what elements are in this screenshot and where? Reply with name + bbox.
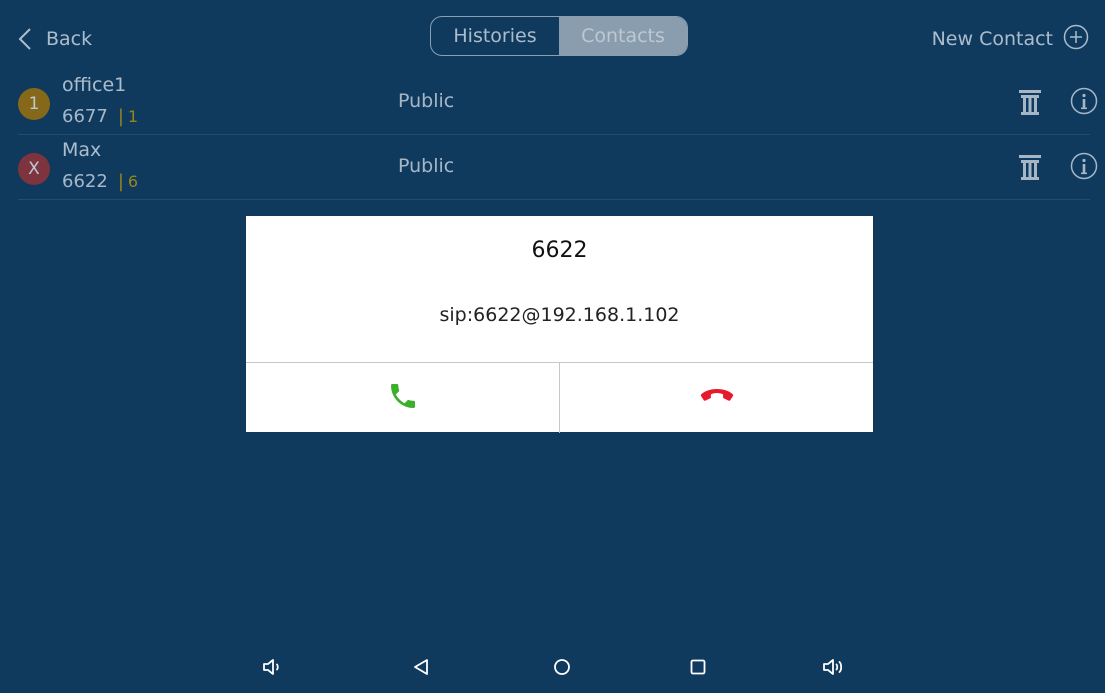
avatar: X	[18, 153, 50, 185]
dialog-actions	[246, 362, 873, 433]
back-button[interactable]: Back	[18, 20, 92, 58]
contact-number-line: 6622 | 6	[62, 171, 138, 192]
contact-separator: |	[117, 106, 124, 127]
hangup-call-button[interactable]	[559, 363, 873, 433]
back-label: Back	[46, 28, 93, 50]
contact-name: Max	[62, 139, 102, 161]
call-dialog: 6622 sip:6622@192.168.1.102	[246, 216, 873, 433]
new-contact-button[interactable]: New Contact	[932, 22, 1089, 56]
back-triangle-icon[interactable]	[406, 652, 436, 682]
contact-row[interactable]: X Max 6622 | 6 Public	[18, 135, 1098, 200]
volume-up-icon[interactable]	[819, 652, 849, 682]
home-circle-icon[interactable]	[547, 652, 577, 682]
contact-separator: |	[117, 171, 124, 192]
plus-circle-icon	[1063, 24, 1089, 54]
contact-number: 6677	[62, 106, 108, 127]
contact-number-line: 6677 | 1	[62, 106, 138, 127]
phone-call-icon	[387, 380, 419, 416]
trash-icon[interactable]	[1018, 153, 1042, 181]
contact-group: Public	[398, 155, 455, 177]
contact-count: 1	[127, 107, 139, 126]
volume-down-icon[interactable]	[258, 652, 288, 682]
contacts-screen: Back Histories Contacts New Contact 1 of…	[0, 0, 1105, 693]
contact-name: office1	[62, 74, 127, 96]
chevron-left-icon	[18, 27, 32, 51]
contact-number: 6622	[62, 171, 108, 192]
info-icon[interactable]	[1070, 87, 1098, 115]
sip-address: sip:6622@192.168.1.102	[439, 304, 680, 326]
contact-group: Public	[398, 90, 455, 112]
trash-icon[interactable]	[1018, 88, 1042, 116]
accept-call-button[interactable]	[246, 363, 559, 433]
new-contact-label: New Contact	[931, 28, 1053, 50]
tab-switcher: Histories Contacts	[430, 16, 688, 56]
phone-hangup-icon	[700, 388, 734, 408]
tab-contacts[interactable]: Contacts	[559, 17, 687, 55]
contact-row[interactable]: 1 office1 6677 | 1 Public	[18, 70, 1098, 135]
system-nav-bar	[0, 640, 1105, 693]
contact-count: 6	[127, 172, 139, 191]
dialog-title: 6622	[531, 238, 588, 263]
avatar: 1	[18, 88, 50, 120]
info-icon[interactable]	[1070, 152, 1098, 180]
tab-histories[interactable]: Histories	[431, 17, 559, 55]
top-bar: Back Histories Contacts New Contact	[0, 0, 1105, 72]
recents-square-icon[interactable]	[683, 652, 713, 682]
